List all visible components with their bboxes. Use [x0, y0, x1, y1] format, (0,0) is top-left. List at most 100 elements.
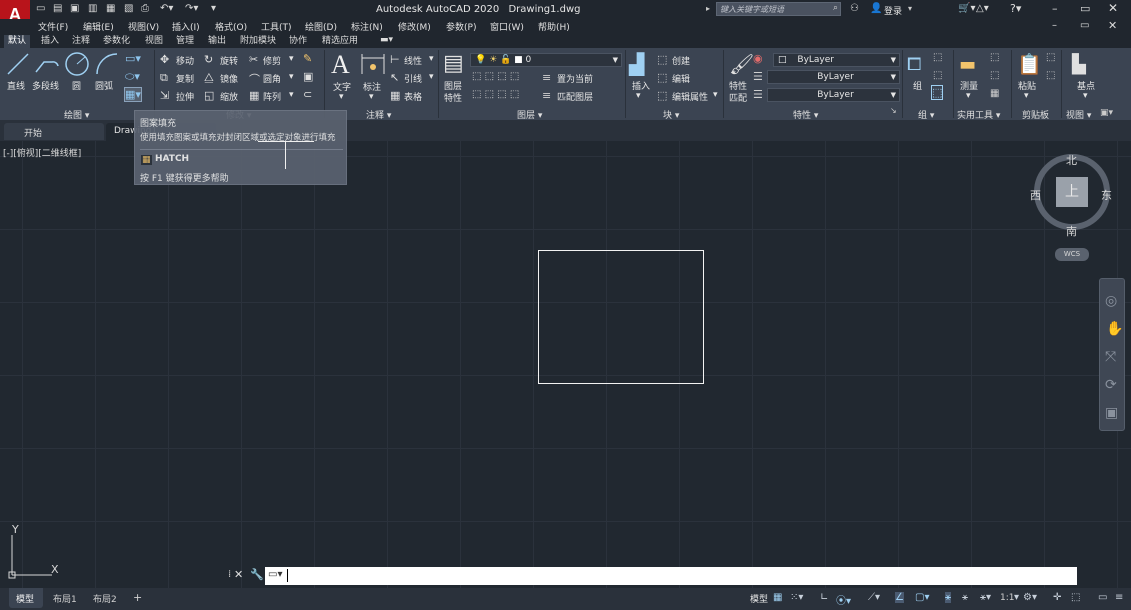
- menu-view[interactable]: 视图(V): [128, 20, 159, 33]
- command-input[interactable]: ▭▾: [265, 567, 1077, 585]
- array-icon[interactable]: ▦: [249, 89, 259, 102]
- set-current-button[interactable]: 置为当前: [557, 72, 593, 85]
- menu-edit[interactable]: 编辑(E): [83, 20, 114, 33]
- measure-dropdown-icon[interactable]: ▾: [966, 91, 971, 101]
- grid-icon[interactable]: ▦: [773, 592, 782, 603]
- scale-dropdown-icon[interactable]: ▾: [1014, 592, 1019, 603]
- plot-preview-icon[interactable]: ▦: [106, 3, 115, 14]
- match-layer-button[interactable]: 匹配图层: [557, 90, 593, 103]
- object-snap-icon[interactable]: ▢▾: [915, 592, 929, 603]
- linetype-icon[interactable]: ☰: [753, 70, 763, 83]
- tab-default[interactable]: 默认: [4, 35, 31, 48]
- scale-icon[interactable]: ◱: [204, 89, 214, 102]
- move-button[interactable]: 移动: [176, 54, 194, 67]
- doc-restore-icon[interactable]: ▭: [1080, 20, 1089, 31]
- line-icon[interactable]: [6, 52, 30, 76]
- create-block-icon[interactable]: ⬚: [657, 53, 667, 66]
- showmotion-icon[interactable]: ▣: [1105, 405, 1118, 421]
- arc-icon[interactable]: [95, 52, 121, 76]
- viewcube-north[interactable]: 北: [1066, 152, 1077, 168]
- offset-icon[interactable]: ⊂: [303, 88, 312, 101]
- match-properties-icon[interactable]: 🖌: [729, 52, 754, 76]
- text-icon[interactable]: A: [331, 50, 350, 80]
- id-point-icon[interactable]: ⬚: [990, 70, 999, 81]
- explode-icon[interactable]: ▣: [303, 70, 313, 83]
- layer-tools-icons-row1[interactable]: ⬚ ⬚ ⬚ ⬚: [472, 71, 519, 82]
- isolate-objects-icon[interactable]: ⬚: [1071, 592, 1080, 603]
- group-icon[interactable]: ⧠: [907, 54, 921, 75]
- tab-manage[interactable]: 管理: [172, 35, 198, 48]
- edit-block-button[interactable]: 编辑: [672, 72, 690, 85]
- menu-parametric[interactable]: 参数(P): [446, 20, 476, 33]
- circle-icon[interactable]: [64, 51, 90, 77]
- command-customize-icon[interactable]: 🔧: [250, 568, 264, 581]
- base-view-dropdown-icon[interactable]: ▾: [1083, 91, 1088, 101]
- wcs-menu[interactable]: WCS: [1055, 248, 1089, 261]
- layout-tab-model[interactable]: 模型: [9, 588, 43, 608]
- rectangle-icon[interactable]: ▭▾: [125, 52, 141, 65]
- polyline-icon[interactable]: [34, 52, 60, 76]
- linetype-dropdown[interactable]: ByLayer ▼: [767, 70, 900, 84]
- viewcube-east[interactable]: 东: [1101, 187, 1112, 203]
- leader-dropdown-icon[interactable]: ▾: [429, 72, 434, 82]
- menu-window[interactable]: 窗口(W): [490, 20, 524, 33]
- add-layout-button[interactable]: +: [133, 591, 142, 604]
- group-edit-icon[interactable]: ⬚: [933, 70, 942, 81]
- minimize-icon[interactable]: –: [1052, 2, 1058, 15]
- circle-button[interactable]: 圆: [72, 79, 81, 92]
- customize-icon[interactable]: ▾: [211, 3, 216, 14]
- tab-collaborate[interactable]: 协作: [285, 35, 311, 48]
- isodraft-icon[interactable]: ⟋▾: [868, 592, 880, 603]
- tab-output[interactable]: 输出: [204, 35, 230, 48]
- search-arrow-icon[interactable]: ▸: [706, 4, 710, 13]
- fullscreen-icon[interactable]: ▭: [1098, 592, 1107, 603]
- create-block-button[interactable]: 创建: [672, 54, 690, 67]
- group-select-icon[interactable]: ⬚: [930, 85, 944, 100]
- user-icon[interactable]: 👤: [870, 3, 882, 14]
- linear-icon[interactable]: ⊢: [390, 53, 400, 66]
- color-dropdown[interactable]: □ ByLayer ▼: [773, 53, 900, 67]
- search-box[interactable]: 键入关键字或短语 ⌕: [716, 2, 841, 16]
- insert-block-icon[interactable]: ▟: [629, 52, 644, 76]
- polyline-button[interactable]: 多段线: [32, 79, 59, 92]
- insert-dropdown-icon[interactable]: ▾: [636, 91, 641, 101]
- doc-tab-start[interactable]: 开始: [4, 123, 104, 140]
- pan-icon[interactable]: ✋: [1106, 321, 1123, 337]
- match-layer-icon[interactable]: ≡: [542, 89, 551, 102]
- measure-icon[interactable]: ▬: [959, 54, 976, 75]
- command-grip-icon[interactable]: ⁞: [228, 569, 231, 580]
- viewport-controls[interactable]: [-][俯视][二维线框]: [3, 146, 81, 159]
- zoom-extents-icon[interactable]: ⤧: [1105, 349, 1116, 365]
- lineweight-icon[interactable]: ☰: [753, 88, 763, 101]
- menu-draw[interactable]: 绘图(D): [305, 20, 337, 33]
- edit-attributes-button[interactable]: 编辑属性: [672, 90, 708, 103]
- trim-button[interactable]: 修剪: [263, 54, 281, 67]
- autodesk-icon[interactable]: △▾: [976, 3, 989, 14]
- array-button[interactable]: 阵列: [263, 90, 281, 103]
- login-dropdown-icon[interactable]: ▾: [908, 4, 912, 13]
- group-button[interactable]: 组: [913, 79, 922, 92]
- customization-menu-icon[interactable]: ≡: [1115, 592, 1123, 603]
- search-input[interactable]: 键入关键字或短语: [720, 4, 784, 15]
- fillet-dropdown-icon[interactable]: ▾: [289, 72, 294, 82]
- tab-parametric[interactable]: 参数化: [99, 35, 134, 48]
- menu-help[interactable]: 帮助(H): [538, 20, 570, 33]
- viewcube-west[interactable]: 西: [1030, 187, 1041, 203]
- menu-tools[interactable]: 工具(T): [261, 20, 292, 33]
- autoscale-icon[interactable]: ⚹: [962, 592, 968, 603]
- rotate-button[interactable]: 旋转: [220, 54, 238, 67]
- save-as-icon[interactable]: ▥: [88, 3, 97, 14]
- command-close-icon[interactable]: ✕: [234, 568, 243, 581]
- menu-format[interactable]: 格式(O): [215, 20, 247, 33]
- menu-dimension[interactable]: 标注(N): [351, 20, 383, 33]
- base-view-icon[interactable]: ▙: [1072, 54, 1086, 75]
- leader-icon[interactable]: ↖: [390, 71, 399, 84]
- search-icon[interactable]: ⌕: [833, 3, 838, 13]
- tab-insert[interactable]: 插入: [37, 35, 63, 48]
- leader-button[interactable]: 引线: [404, 72, 422, 85]
- steering-wheel-icon[interactable]: ◎: [1105, 293, 1117, 309]
- line-button[interactable]: 直线: [7, 79, 25, 92]
- viewcube-south[interactable]: 南: [1066, 223, 1077, 239]
- login-button[interactable]: 登录: [884, 4, 902, 17]
- text-dropdown-icon[interactable]: ▾: [339, 92, 344, 102]
